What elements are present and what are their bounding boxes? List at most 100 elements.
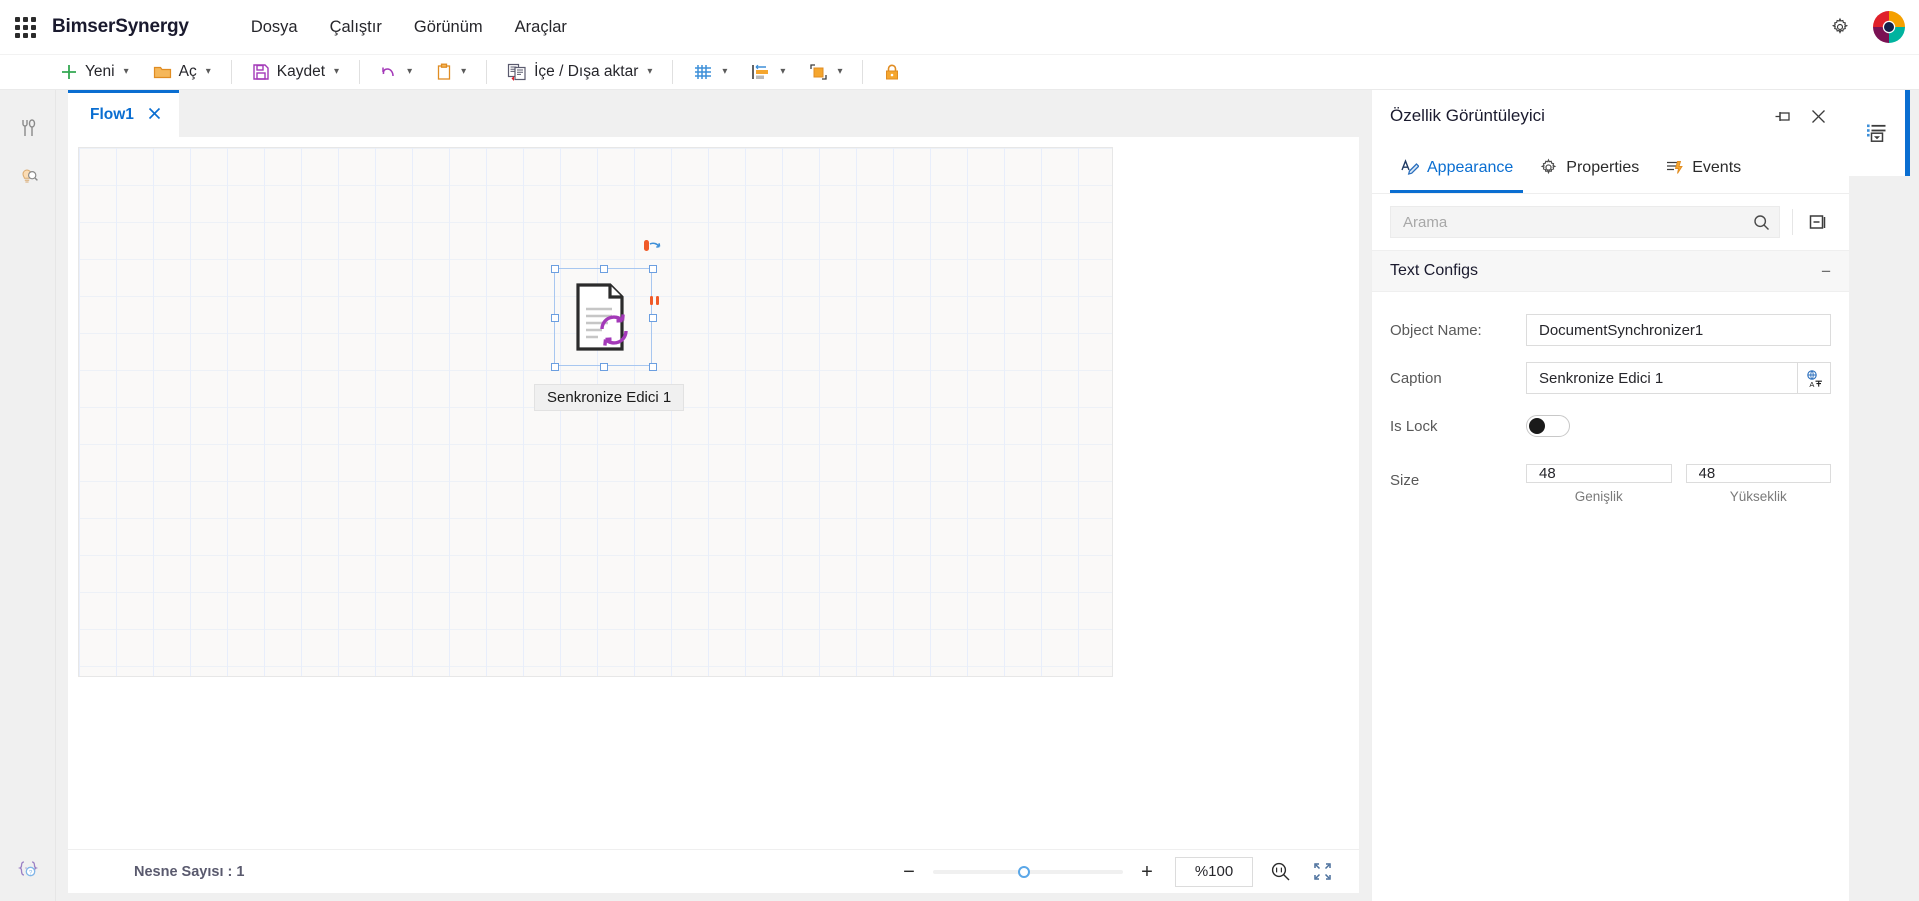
- right-rail-layers-button[interactable]: [1849, 90, 1905, 176]
- ribbon-new-button[interactable]: Yeni ▾: [52, 57, 137, 87]
- clipboard-paste-icon: [436, 63, 452, 81]
- resize-handle-ne[interactable]: [649, 265, 657, 273]
- resize-handle-nw[interactable]: [551, 265, 559, 273]
- menu-item-dosya[interactable]: Dosya: [235, 12, 314, 43]
- chevron-down-icon[interactable]: ▾: [206, 67, 211, 77]
- left-rail-script-help[interactable]: ?: [0, 845, 56, 893]
- ribbon-lock-button[interactable]: [875, 57, 909, 87]
- ribbon-separator: [486, 60, 487, 84]
- ribbon-separator: [359, 60, 360, 84]
- size-height-field: Yükseklik: [1686, 464, 1832, 504]
- size-width-input[interactable]: [1526, 464, 1672, 483]
- app-root: BimserSynergy Dosya Çalıştır Görünüm Ara…: [0, 0, 1919, 901]
- fit-to-screen-icon[interactable]: [1307, 857, 1337, 887]
- size-width-caption: Genişlik: [1575, 489, 1623, 504]
- menu-item-calistir[interactable]: Çalıştır: [314, 12, 398, 43]
- pin-icon[interactable]: [1769, 103, 1795, 129]
- left-rail-toolbox[interactable]: [0, 104, 56, 152]
- selection-frame: [554, 268, 652, 366]
- menu-item-araclar[interactable]: Araçlar: [499, 12, 583, 43]
- tab-flow1-label: Flow1: [90, 106, 134, 124]
- gear-icon[interactable]: [1823, 10, 1857, 44]
- zoom-out-button[interactable]: −: [895, 858, 923, 886]
- size-fields: Genişlik Yükseklik: [1526, 464, 1831, 504]
- gear-icon: [1539, 158, 1558, 177]
- ribbon-import-export-button[interactable]: İçe / Dışa aktar ▾: [499, 57, 660, 87]
- chevron-down-icon[interactable]: ▾: [780, 67, 785, 77]
- translate-icon[interactable]: A: [1797, 362, 1831, 394]
- field-row-size: Size Genişlik Yükseklik: [1390, 450, 1831, 504]
- caption-input[interactable]: [1526, 362, 1797, 394]
- panel-separator: [1792, 209, 1793, 235]
- search-box[interactable]: [1390, 206, 1780, 238]
- size-label: Size: [1390, 464, 1526, 489]
- section-text-configs-header[interactable]: Text Configs −: [1372, 250, 1849, 292]
- chevron-down-icon[interactable]: ▾: [461, 67, 466, 77]
- ribbon-arrange-button[interactable]: ▾: [801, 57, 850, 87]
- tab-events[interactable]: Events: [1655, 143, 1751, 193]
- left-rail-inspector[interactable]: [0, 152, 56, 200]
- size-height-input[interactable]: [1686, 464, 1832, 483]
- zoom-level-input[interactable]: %100: [1175, 857, 1253, 887]
- property-panel-tabs: Appearance Properties Ev: [1372, 142, 1849, 194]
- collapse-all-icon[interactable]: [1805, 209, 1831, 235]
- zoom-slider-thumb[interactable]: [1018, 866, 1030, 878]
- layers-panel-icon: [1865, 121, 1889, 145]
- ribbon-paste-button[interactable]: ▾: [428, 57, 474, 87]
- ribbon-undo-button[interactable]: ▾: [372, 57, 420, 87]
- menu-item-gorunum[interactable]: Görünüm: [398, 12, 499, 43]
- chevron-down-icon[interactable]: ▾: [837, 67, 842, 77]
- ribbon-align-button[interactable]: ▾: [743, 57, 793, 87]
- align-icon: [751, 63, 771, 81]
- search-icon[interactable]: [1743, 207, 1779, 237]
- chevron-down-icon[interactable]: ▾: [124, 67, 129, 77]
- chevron-down-icon[interactable]: ▾: [647, 67, 652, 77]
- search-input[interactable]: [1391, 207, 1743, 237]
- rotate-handle-icon[interactable]: [637, 237, 667, 263]
- tab-flow1[interactable]: Flow1: [68, 90, 179, 137]
- resize-handle-sw[interactable]: [551, 363, 559, 371]
- resize-handle-w[interactable]: [551, 314, 559, 322]
- property-panel-title: Özellik Görüntüleyici: [1390, 106, 1759, 126]
- size-height-caption: Yükseklik: [1730, 489, 1787, 504]
- svg-text:A: A: [1809, 380, 1814, 388]
- resize-handle-e[interactable]: [649, 314, 657, 322]
- section-collapse-toggle[interactable]: −: [1821, 263, 1831, 280]
- zoom-to-selection-icon[interactable]: [1265, 857, 1295, 887]
- ribbon-separator: [231, 60, 232, 84]
- flow-canvas[interactable]: Senkronize Edici 1: [78, 147, 1113, 677]
- chevron-down-icon[interactable]: ▾: [407, 67, 412, 77]
- is-lock-toggle-knob: [1529, 418, 1545, 434]
- resize-handle-n[interactable]: [600, 265, 608, 273]
- zoom-slider[interactable]: [933, 862, 1123, 882]
- ribbon-save-button[interactable]: Kaydet ▾: [244, 57, 347, 87]
- right-rail: [1849, 90, 1919, 901]
- app-grid-icon[interactable]: [10, 12, 40, 42]
- field-row-is-lock: Is Lock: [1390, 402, 1831, 450]
- tab-appearance[interactable]: Appearance: [1390, 143, 1523, 193]
- brand-title: BimserSynergy: [52, 16, 189, 38]
- tab-properties-label: Properties: [1566, 159, 1639, 177]
- chevron-down-icon[interactable]: ▾: [722, 67, 727, 77]
- tab-properties[interactable]: Properties: [1529, 143, 1649, 193]
- close-icon[interactable]: [1805, 103, 1831, 129]
- resize-handle-se[interactable]: [649, 363, 657, 371]
- import-export-icon: [507, 63, 527, 81]
- user-avatar[interactable]: [1871, 9, 1907, 45]
- zoom-in-button[interactable]: +: [1133, 858, 1161, 886]
- lock-icon: [883, 63, 901, 81]
- close-icon[interactable]: [148, 107, 161, 123]
- is-lock-label: Is Lock: [1390, 418, 1526, 435]
- tools-icon: [17, 117, 39, 139]
- field-row-caption: Caption A: [1390, 354, 1831, 402]
- ribbon-grid-button[interactable]: ▾: [685, 57, 735, 87]
- ribbon-open-button[interactable]: Aç ▾: [145, 57, 219, 87]
- resize-handle-s[interactable]: [600, 363, 608, 371]
- chevron-down-icon[interactable]: ▾: [334, 67, 339, 77]
- flow-node-document-synchronizer[interactable]: Senkronize Edici 1: [565, 279, 641, 355]
- object-name-input[interactable]: [1526, 314, 1831, 346]
- tab-appearance-label: Appearance: [1427, 159, 1513, 177]
- is-lock-toggle[interactable]: [1526, 415, 1570, 437]
- connection-anchor-icon[interactable]: [649, 293, 661, 303]
- tab-strip: Flow1: [56, 90, 1371, 137]
